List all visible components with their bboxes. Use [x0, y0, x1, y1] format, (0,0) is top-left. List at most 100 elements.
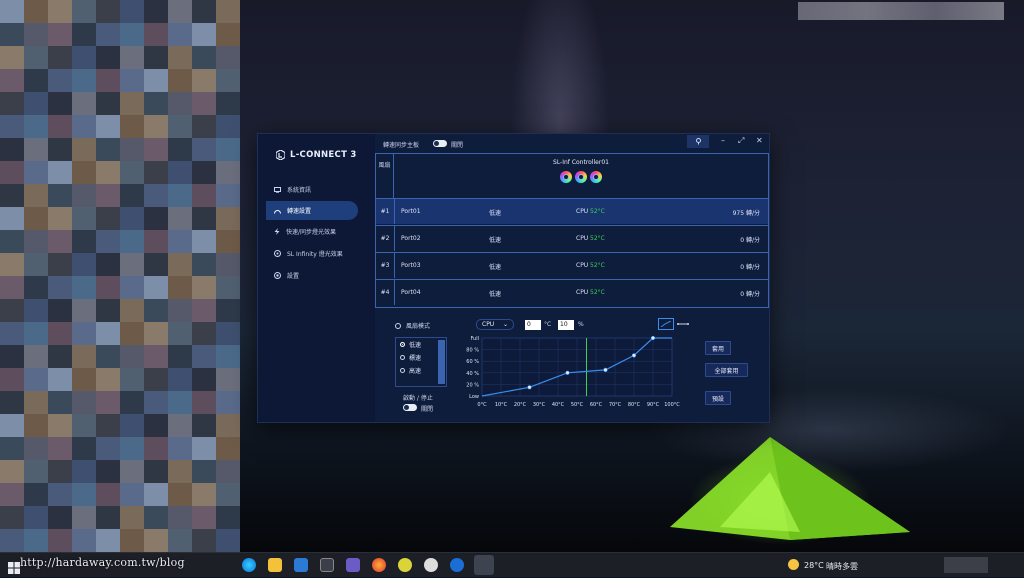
mosaic-tile [144, 437, 168, 460]
mosaic-tile [0, 46, 24, 69]
sensor-select[interactable]: CPU ⌄ [476, 319, 514, 330]
mosaic-tile [72, 483, 96, 506]
curve-mode-button[interactable] [658, 318, 674, 330]
flat-mode-button[interactable] [675, 318, 691, 330]
mosaic-tile [144, 414, 168, 437]
mosaic-tile [48, 322, 72, 345]
temperature-input[interactable]: 0 [525, 320, 541, 330]
sidebar-item-system-info[interactable]: 系統資訊 [266, 180, 358, 199]
lightbulb-button[interactable] [687, 135, 709, 148]
fan-port-row[interactable]: #1 Port01 低速 CPU 52°C 975 轉/分 [376, 198, 768, 224]
firefox-icon[interactable] [372, 558, 386, 572]
port-index: #4 [380, 289, 390, 296]
fan-curve-chart[interactable]: Full 80 % 60 % 40 % 20 % Low 0°C 10°C 20°C 30°C 40… [457, 334, 697, 422]
mosaic-tile [96, 92, 120, 115]
sidebar-item-sl-infinity-lighting[interactable]: SL Infinity 燈光效果 [266, 244, 358, 263]
x-axis-tick-label: 20°C [514, 402, 527, 408]
port-temp: 52°C [590, 262, 605, 269]
mosaic-tile [144, 299, 168, 322]
x-axis-tick-label: 50°C [571, 402, 584, 408]
cloud-icon[interactable] [346, 558, 360, 572]
sidebar-item-label: 快速/同步燈光效果 [286, 229, 337, 236]
mosaic-tile [96, 299, 120, 322]
curve-control-point[interactable] [527, 385, 532, 390]
norton-icon[interactable] [398, 558, 412, 572]
curve-control-point[interactable] [603, 367, 608, 373]
mosaic-tile [0, 368, 24, 391]
mosaic-tile [0, 276, 24, 299]
mosaic-tile [168, 460, 192, 483]
apply-button[interactable]: 套用 [705, 341, 731, 355]
mosaic-tile [144, 253, 168, 276]
mosaic-tile [48, 46, 72, 69]
fan-port-row[interactable]: #4 Port04 低速 CPU 52°C 0 轉/分 [376, 279, 768, 305]
curve-control-point[interactable] [650, 335, 656, 341]
mosaic-tile [192, 437, 216, 460]
mosaic-tile [144, 161, 168, 184]
mosaic-tile [24, 506, 48, 529]
expand-icon: ⤢ [738, 136, 745, 145]
mosaic-tile [96, 0, 120, 23]
mosaic-tile [168, 230, 192, 253]
mosaic-tile [144, 276, 168, 299]
sync-motherboard-toggle[interactable] [433, 140, 447, 147]
mosaic-tile [48, 437, 72, 460]
mosaic-tile [24, 368, 48, 391]
apply-all-button[interactable]: 全部套用 [705, 363, 748, 377]
mosaic-tile [0, 184, 24, 207]
start-stop-toggle[interactable] [403, 404, 417, 411]
mail-icon[interactable] [294, 558, 308, 572]
maximize-button[interactable]: ⤢ [738, 136, 744, 146]
mosaic-tile [96, 345, 120, 368]
x-axis-tick-label: 30°C [533, 402, 546, 408]
store-icon[interactable] [320, 558, 334, 572]
fan-port-row[interactable]: #3 Port03 低速 CPU 52°C 0 轉/分 [376, 252, 768, 278]
mosaic-tile [168, 115, 192, 138]
sidebar-item-label: 轉速設置 [287, 208, 312, 215]
edge-icon[interactable] [242, 558, 256, 572]
mosaic-tile [72, 368, 96, 391]
mosaic-tile [192, 46, 216, 69]
mosaic-tile [24, 529, 48, 552]
percent-input[interactable]: 10 [558, 320, 574, 330]
close-button[interactable]: ✕ [756, 136, 763, 145]
port-rpm: 975 轉/分 [732, 210, 760, 217]
file-explorer-icon[interactable] [268, 558, 282, 572]
chrome-icon[interactable] [424, 558, 438, 572]
ccleaner-icon[interactable] [450, 558, 464, 572]
fan-port-row[interactable]: #2 Port02 低速 CPU 52°C 0 轉/分 [376, 225, 768, 251]
sidebar-item-quick-lighting[interactable]: 快速/同步燈光效果 [266, 222, 358, 241]
fan-icon[interactable] [575, 171, 587, 183]
l-connect-taskbar-icon[interactable] [474, 555, 494, 575]
sidebar: L-CONNECT 3 系統資訊 轉速設置 快速/同步燈光效果 SL Infin… [258, 134, 375, 422]
mosaic-tile [96, 69, 120, 92]
port-name: Port04 [401, 289, 421, 296]
mosaic-tile [168, 138, 192, 161]
mosaic-tile [216, 207, 240, 230]
minimize-button[interactable]: – [721, 136, 725, 145]
fan-icon[interactable] [560, 171, 572, 183]
mode-list-scrollbar[interactable] [438, 340, 445, 384]
curve-control-point[interactable] [565, 370, 570, 375]
x-axis-tick-label: 0°C [477, 402, 487, 408]
sidebar-item-settings[interactable]: 設置 [266, 266, 358, 285]
mosaic-tile [48, 414, 72, 437]
curve-icon [661, 321, 671, 327]
mosaic-tile [48, 138, 72, 161]
curve-control-point[interactable] [631, 353, 637, 358]
mosaic-tile [192, 299, 216, 322]
mosaic-tile [192, 23, 216, 46]
mosaic-tile [24, 276, 48, 299]
preset-button[interactable]: 預設 [705, 391, 731, 405]
temperature-unit: °C [544, 321, 552, 328]
percent-unit: % [578, 321, 584, 328]
sidebar-item-fan-speed[interactable]: 轉速設置 [266, 201, 358, 220]
fan-mode-list: 低速 標速 高速 [395, 337, 447, 387]
start-button[interactable] [8, 559, 20, 578]
mosaic-tile [24, 299, 48, 322]
fan-icon[interactable] [590, 171, 602, 183]
mosaic-tile [24, 437, 48, 460]
mosaic-tile [216, 414, 240, 437]
mosaic-tile [192, 460, 216, 483]
mosaic-tile [24, 23, 48, 46]
